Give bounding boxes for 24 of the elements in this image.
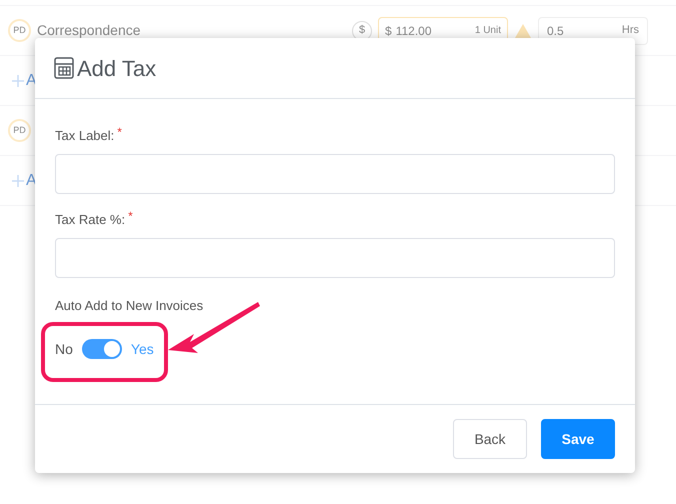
- required-mark: *: [117, 126, 122, 138]
- currency-sign: $: [385, 22, 392, 40]
- input-field[interactable]: [55, 238, 615, 278]
- save-button[interactable]: Save: [541, 419, 615, 459]
- hours-unit: Hrs: [622, 23, 639, 38]
- calculator-icon: [54, 57, 74, 79]
- avatar: PD: [8, 119, 31, 142]
- toggle-label: Auto Add to New Invoices: [55, 297, 204, 315]
- unit-text: 1 Unit: [474, 24, 501, 38]
- plus-icon: [12, 174, 24, 186]
- required-mark: *: [128, 210, 133, 222]
- toggle-switch[interactable]: [82, 339, 122, 359]
- avatar: PD: [8, 19, 31, 42]
- field-label: Tax Label:: [55, 127, 114, 145]
- back-button[interactable]: Back: [453, 419, 527, 459]
- dialog-title: Add Tax: [77, 54, 156, 82]
- field-label: Tax Rate %:: [55, 211, 126, 229]
- amount-text: 112.00: [396, 22, 432, 40]
- on-label: Yes: [130, 340, 154, 358]
- plus-icon: [12, 74, 24, 86]
- off-label: No: [55, 340, 73, 358]
- hours-text: 0.5: [547, 22, 564, 40]
- task-title: Correspondence: [37, 21, 141, 40]
- input-field[interactable]: [55, 154, 615, 194]
